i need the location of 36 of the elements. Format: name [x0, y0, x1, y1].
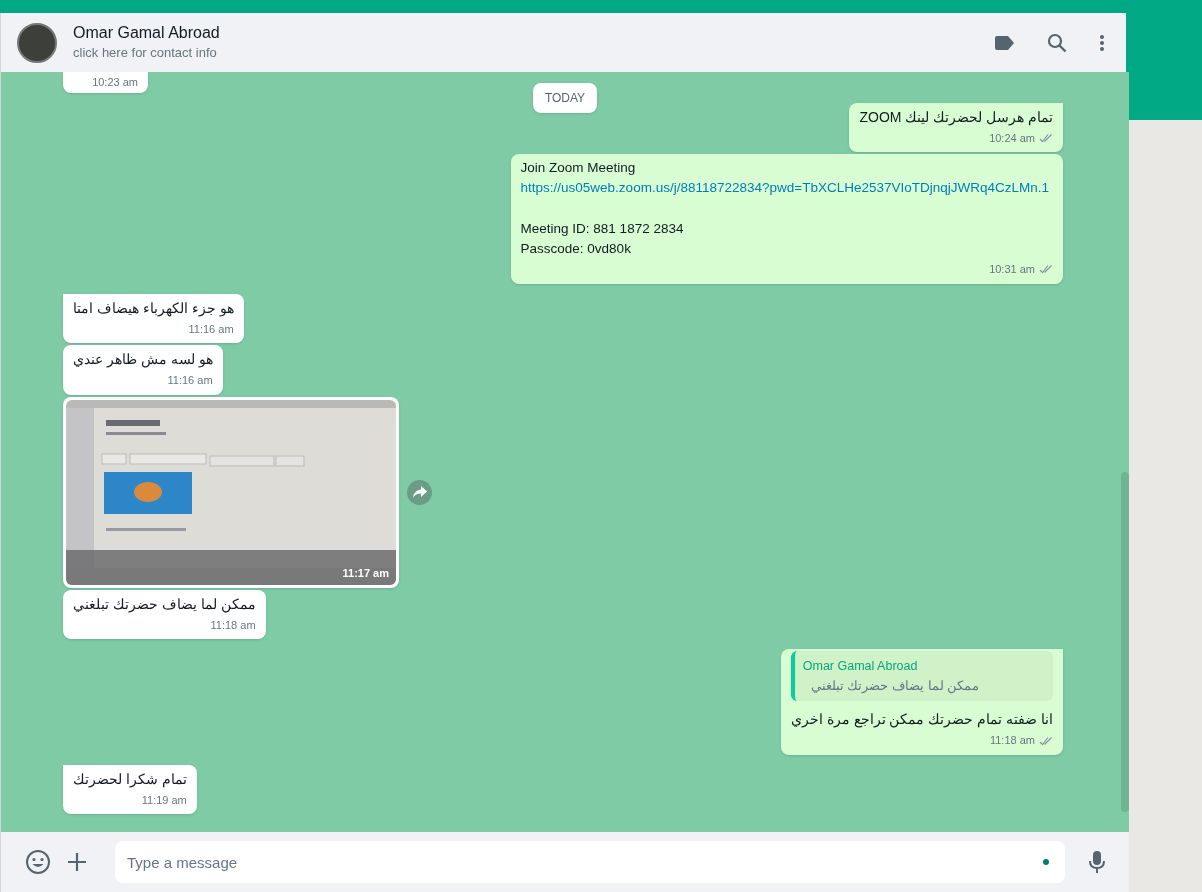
microphone-icon[interactable] — [1089, 850, 1105, 874]
message-text: ممكن لما يضاف حضرتك تبلغني — [73, 594, 256, 615]
quote-author: Omar Gamal Abroad — [802, 658, 919, 675]
message-time: 11:16 am — [188, 321, 234, 337]
message-text: Meeting ID: 881 1872 2834 — [520, 219, 685, 238]
emoji-icon[interactable] — [25, 849, 51, 875]
meeting-link[interactable]: https://us05web.zoom.us/j/88118722834?pwd=TbXCLHe2537VIoTDjnqjJWRq4CzLMn.1 — [520, 178, 1049, 199]
message-text: تمام هرسل لحضرتك لينك ZOOM — [859, 107, 1053, 128]
search-icon[interactable] — [1047, 32, 1067, 53]
message-text: انا ضفته تمام حضرتك ممكن تراجع مرة اخري — [790, 710, 1053, 730]
message-time: 11:19 am — [141, 792, 187, 808]
message-text: هو جزء الكهرباء هيضاف امتا — [73, 298, 234, 319]
message-time: 10:23 am — [92, 75, 138, 90]
forward-icon — [412, 486, 427, 498]
scrollbar[interactable] — [1121, 472, 1129, 812]
plus-icon[interactable] — [67, 852, 87, 872]
date-chip: TODAY — [532, 83, 598, 113]
label-icon[interactable] — [995, 35, 1015, 50]
message-time: 11:16 am — [167, 373, 213, 388]
message-time: 10:24 am — [989, 130, 1035, 146]
message-time: 10:31 am — [989, 262, 1035, 277]
message-text: Passcode: 0vd80k — [520, 239, 632, 258]
menu-icon[interactable] — [1099, 33, 1105, 52]
message-text: تمام شكرا لحضرتك — [73, 769, 187, 790]
quote-text: ممكن لما يضاف حضرتك تبلغني — [809, 676, 981, 696]
contact-name[interactable]: Omar Gamal Abroad — [73, 22, 995, 43]
forward-button[interactable] — [407, 479, 432, 505]
message-text: هو لسه مش ظاهر عندي — [73, 350, 213, 370]
avatar[interactable] — [17, 22, 57, 63]
message-time: 11:18 am — [210, 617, 256, 633]
message-text: Join Zoom Meeting — [520, 159, 637, 177]
message-time: 11:17 am — [342, 566, 389, 581]
contact-subtitle: click here for contact info — [73, 43, 218, 62]
image-message[interactable]: 11:17 am — [63, 396, 399, 588]
message-field[interactable]: Type a message — [115, 841, 1065, 883]
message-time: 11:18 am — [989, 733, 1035, 749]
